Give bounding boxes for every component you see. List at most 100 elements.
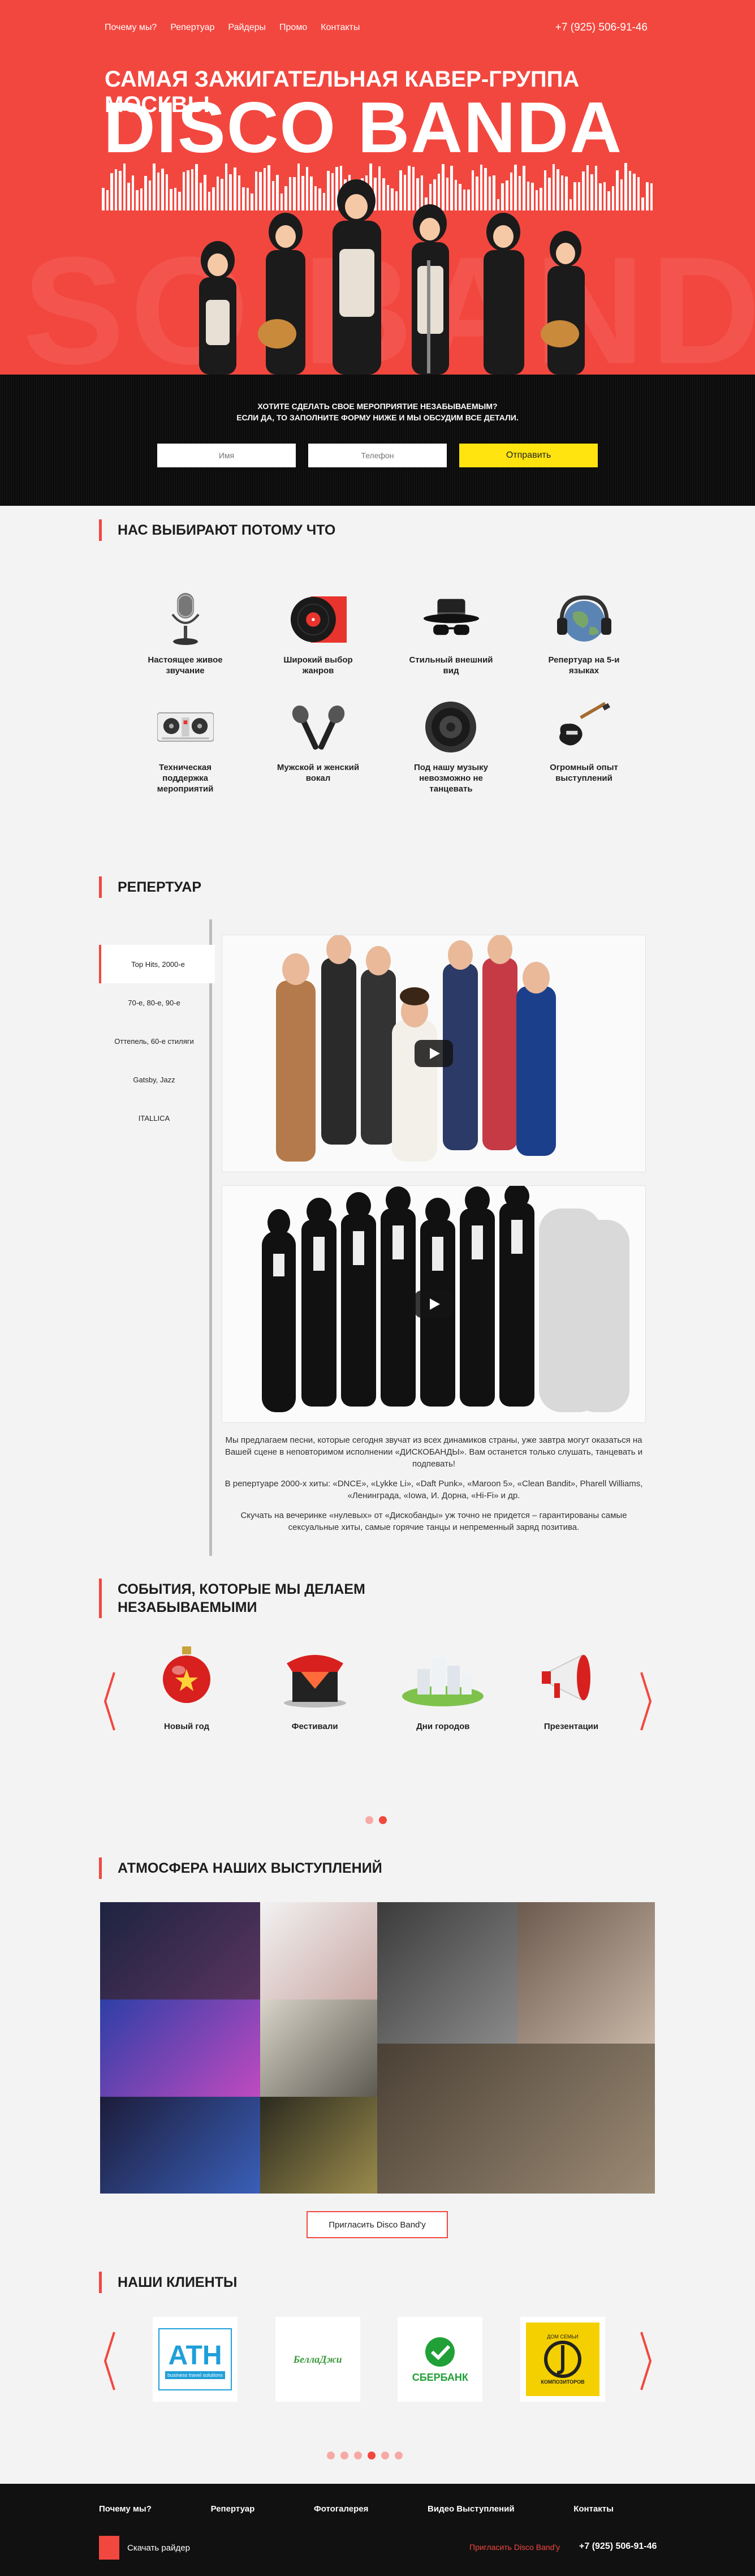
events-prev-arrow-icon[interactable] [103, 1670, 117, 1732]
pagination-dot-active[interactable] [368, 2452, 376, 2459]
gallery-photo[interactable] [100, 2097, 260, 2194]
pagination-dot-active[interactable] [379, 1816, 387, 1824]
pagination-dot[interactable] [354, 2452, 362, 2459]
hero-section: SO BAND Почему мы? Репертуар Райдеры Про… [0, 0, 755, 375]
clients-prev-arrow-icon[interactable] [103, 2330, 117, 2392]
equalizer-bar [620, 179, 623, 210]
client-logo-composers[interactable]: ДОМ СЕМЬИ КОМПОЗИТОРОВ [520, 2317, 605, 2402]
tab-thaw-60s[interactable]: Оттепель, 60-е стиляги [99, 1022, 209, 1060]
heading-accent-bar [99, 519, 102, 541]
equalizer-bar [123, 164, 126, 210]
nav-link-riders[interactable]: Райдеры [228, 23, 266, 33]
band-hero-photo [199, 179, 585, 375]
event-label: Дни городов [416, 1722, 470, 1731]
pagination-dot[interactable] [327, 2452, 335, 2459]
speaker-icon [423, 699, 480, 755]
heading-accent-bar [99, 1857, 102, 1879]
footer-link-photo-gallery[interactable]: Фотогалерея [314, 2504, 368, 2514]
nav-link-contacts[interactable]: Контакты [321, 23, 360, 33]
landing-page: SO BAND Почему мы? Репертуар Райдеры Про… [0, 0, 755, 2576]
footer-phone[interactable]: +7 (925) 506-91-46 [579, 2541, 657, 2552]
equalizer-bar [641, 197, 644, 210]
event-label: Фестивали [291, 1722, 338, 1731]
play-button-icon[interactable] [415, 1291, 453, 1318]
events-next-arrow-icon[interactable] [639, 1670, 653, 1732]
equalizer-bar [637, 177, 640, 210]
video-player-1[interactable] [222, 935, 646, 1172]
gallery-photo[interactable] [377, 2044, 655, 2194]
name-input[interactable] [157, 444, 296, 467]
equalizer-bar [127, 182, 130, 210]
pagination-dot[interactable] [340, 2452, 348, 2459]
gallery-title: АТМОСФЕРА НАШИХ ВЫСТУПЛЕНИЙ [118, 1860, 382, 1876]
events-title-line2: НЕЗАБЫВАЕМЫМИ [118, 1599, 257, 1615]
footer-link-videos[interactable]: Видео Выступлений [428, 2504, 515, 2514]
hero-title: DISCO BANDA [103, 87, 623, 167]
why-label: Стильный внешний вид [409, 655, 493, 676]
gallery-photo[interactable] [517, 1902, 655, 2044]
event-item[interactable]: Презентации [520, 1644, 622, 1731]
gallery-heading: АТМОСФЕРА НАШИХ ВЫСТУПЛЕНИЙ [99, 1857, 382, 1879]
two-microphones-icon [290, 699, 347, 755]
pdf-document-icon [99, 2536, 119, 2560]
download-rider-label: Скачать райдер [127, 2543, 190, 2553]
repertoire-paragraph: В репертуаре 2000-х хиты: «DNCE», «Lykke… [225, 1479, 643, 1500]
gallery-photo[interactable] [100, 1999, 260, 2097]
gallery-photo[interactable] [260, 1902, 377, 1999]
client-logo-ath[interactable]: ATH business travel solutions [153, 2317, 238, 2402]
event-item[interactable]: Дни городов [392, 1644, 494, 1731]
sberbank-logo-icon [425, 2337, 455, 2367]
repertoire-heading: РЕПЕРТУАР [99, 876, 201, 898]
nav-link-why[interactable]: Почему мы? [105, 23, 157, 33]
footer-link-repertoire[interactable]: Репертуар [211, 2504, 255, 2514]
pagination-dot[interactable] [381, 2452, 389, 2459]
festival-tent-icon [264, 1644, 366, 1711]
gallery-photo[interactable] [377, 1902, 517, 2044]
equalizer-bar [148, 180, 152, 210]
phone-input[interactable] [308, 444, 447, 467]
event-item[interactable]: Новый год [136, 1644, 238, 1731]
equalizer-bar [633, 174, 636, 210]
client-logo-sberbank[interactable]: СБЕРБАНК [398, 2317, 483, 2402]
gallery-photo[interactable] [260, 2097, 377, 2194]
clients-pagination [327, 2452, 403, 2459]
download-rider-link[interactable]: Скачать райдер [99, 2536, 190, 2560]
footer-link-why[interactable]: Почему мы? [99, 2504, 152, 2514]
nav-link-promo[interactable]: Промо [279, 23, 307, 33]
tab-gatsby-jazz[interactable]: Gatsby, Jazz [99, 1060, 209, 1099]
footer: Почему мы? Репертуар Фотогалерея Видео В… [0, 2484, 755, 2576]
why-title: НАС ВЫБИРАЮТ ПОТОМУ ЧТО [118, 522, 336, 538]
header-phone[interactable]: +7 (925) 506-91-46 [555, 21, 648, 34]
clients-next-arrow-icon[interactable] [639, 2330, 653, 2392]
footer-invite-link[interactable]: Пригласить Disco Band'y [469, 2543, 560, 2552]
event-item[interactable]: Фестивали [264, 1644, 366, 1731]
gallery-photo[interactable] [100, 1902, 260, 1999]
equalizer-bar [628, 170, 632, 210]
tab-itallica[interactable]: ITALLICA [99, 1099, 209, 1137]
equalizer-bar [114, 169, 118, 210]
video-player-2[interactable] [222, 1185, 646, 1423]
tab-top-hits[interactable]: Top Hits, 2000-е [99, 945, 215, 983]
christmas-ornament-icon [136, 1644, 238, 1711]
pagination-dot[interactable] [365, 1816, 373, 1824]
repertoire-paragraph: Скучать на вечеринке «нулевых» от «Диско… [240, 1511, 627, 1532]
footer-link-contacts[interactable]: Контакты [573, 2504, 614, 2514]
equalizer-bar [119, 171, 122, 210]
nav-link-repertoire[interactable]: Репертуар [170, 23, 214, 33]
megaphone-icon [520, 1644, 622, 1711]
tab-70-80-90[interactable]: 70-е, 80-е, 90-е [99, 983, 209, 1022]
photo-gallery [100, 1902, 655, 2194]
client-logo-belladzhi[interactable]: БеллаДжи [275, 2317, 360, 2402]
play-button-icon[interactable] [415, 1040, 453, 1067]
why-item: Мужской и женский вокал [252, 699, 385, 794]
microphone-icon [157, 591, 214, 648]
pagination-dot[interactable] [395, 2452, 403, 2459]
equalizer-bar [110, 173, 113, 210]
events-pagination [365, 1816, 387, 1824]
invite-band-button[interactable]: Пригласить Disco Band'y [307, 2211, 448, 2238]
submit-button[interactable]: Отправить [459, 444, 598, 467]
gallery-photo[interactable] [260, 1999, 377, 2097]
equalizer-bar [153, 163, 156, 210]
equalizer-bar [607, 191, 610, 210]
why-label: Широкий выбор жанров [283, 655, 353, 676]
